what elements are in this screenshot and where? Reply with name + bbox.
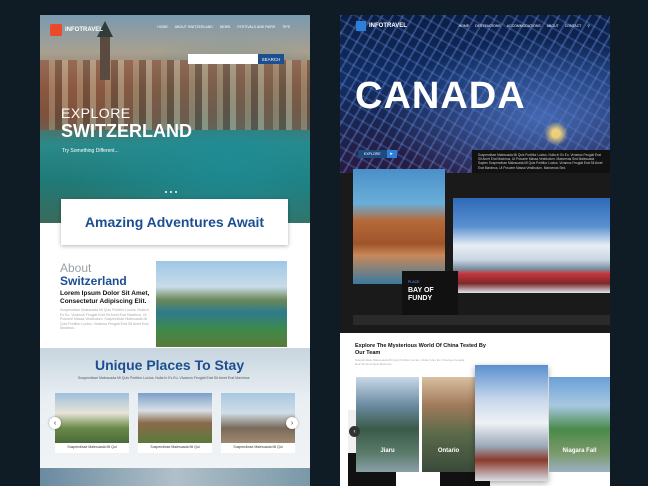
- stay-card[interactable]: Suspendisse Malesuada Mi Qui: [138, 393, 212, 453]
- navbar: INFOTRAVEL HOME ABOUT SWITZERLAND NEWS F…: [40, 15, 310, 45]
- nav-item-tips[interactable]: TIPS: [282, 25, 290, 29]
- china-card[interactable]: Jiaru: [356, 377, 419, 472]
- divider-bar: [353, 315, 610, 325]
- adventures-banner: Amazing Adventures Await: [61, 199, 288, 245]
- carousel-next-button[interactable]: ›: [286, 417, 298, 429]
- main-nav: HOME ABOUT SWITZERLAND NEWS FESTIVALS AN…: [157, 25, 290, 29]
- adventures-title: Amazing Adventures Await: [84, 214, 265, 230]
- arrow-right-icon: ▸: [386, 150, 397, 158]
- logo-text[interactable]: INFOTRAVEL: [65, 27, 103, 33]
- logo-icon: [50, 24, 62, 36]
- logo[interactable]: INFOTRAVEL: [356, 21, 407, 31]
- place-label: PLACE: [408, 280, 420, 284]
- stay-subtitle: Suspendisse Malesuada Mi Quis Porttitor …: [78, 376, 250, 380]
- stay-card-caption: Suspendisse Malesuada Mi Qui: [150, 445, 200, 449]
- china-card[interactable]: Ontario: [422, 377, 475, 472]
- stay-card-caption: Suspendisse Malesuada Mi Qui: [233, 445, 283, 449]
- about-title: Switzerland: [60, 274, 127, 288]
- carousel-dot[interactable]: [170, 191, 172, 193]
- nav-item-accommodations[interactable]: ACCOMMODATIONS: [507, 24, 541, 28]
- hero-description-text: Suspendisse Malesuada Mi Quis Porttitor …: [478, 153, 603, 170]
- china-card-featured[interactable]: [475, 365, 548, 481]
- hopewell-rocks-image: [353, 169, 445, 284]
- stay-card-image: [138, 393, 212, 443]
- lake-image: [156, 261, 287, 347]
- carousel-dots: [165, 191, 177, 193]
- stay-card-image: [55, 393, 129, 443]
- stay-card-image: [221, 393, 295, 443]
- china-card[interactable]: Niagara Fall: [549, 377, 610, 472]
- search-bar: SEARCH: [188, 54, 284, 64]
- carousel-prev-button[interactable]: ‹: [349, 426, 360, 437]
- footer-image-strip: [40, 468, 310, 486]
- china-card-label: Niagara Fall: [562, 448, 597, 454]
- explore-button[interactable]: EXPLORE ▸: [358, 150, 397, 158]
- about-label: About: [60, 261, 92, 275]
- nav-item-festivals[interactable]: FESTIVALS AND FAIRS: [237, 25, 275, 29]
- main-nav: HOME DESTINATIONS ACCOMMODATIONS ABOUT C…: [459, 24, 590, 28]
- china-card-label: Jiaru: [380, 448, 395, 454]
- carousel-prev-button[interactable]: ‹: [49, 417, 61, 429]
- stay-card-caption: Suspendisse Malesuada Mi Qui: [67, 445, 117, 449]
- nav-item-about[interactable]: ABOUT: [547, 24, 559, 28]
- train-image: [453, 198, 610, 293]
- carousel-dot[interactable]: [165, 191, 167, 193]
- china-title: Explore The Mysterious World Of China Te…: [355, 343, 486, 356]
- stay-title: Unique Places To Stay: [95, 357, 245, 373]
- search-button[interactable]: SEARCH: [258, 54, 284, 64]
- about-paragraph: Suspendisse Malesuada Mi Quis Porttitor …: [60, 308, 150, 330]
- hero-title-line2: SWITZERLAND: [61, 121, 192, 141]
- nav-item-news[interactable]: NEWS: [220, 25, 231, 29]
- logo-icon: [356, 21, 366, 31]
- explore-button-label: EXPLORE: [358, 150, 387, 158]
- search-input[interactable]: [188, 54, 258, 64]
- nav-item-home[interactable]: HOME: [157, 25, 168, 29]
- china-text: Suspendisse Malesuada Mi Quis Porttitor …: [355, 358, 465, 366]
- nav-item-about[interactable]: ABOUT SWITZERLAND: [175, 25, 213, 29]
- place-card[interactable]: PLACE BAY OF FUNDY: [402, 271, 458, 315]
- china-card-label: Ontario: [437, 448, 460, 454]
- nav-item-contact[interactable]: CONTACT: [565, 24, 582, 28]
- stay-card[interactable]: Suspendisse Malesuada Mi Qui: [55, 393, 129, 453]
- hero-title: CANADA: [355, 75, 526, 117]
- hero-title-line1: EXPLORE: [61, 105, 131, 121]
- carousel-dot[interactable]: [175, 191, 177, 193]
- nav-item-destinations[interactable]: DESTINATIONS: [475, 24, 501, 28]
- stay-card[interactable]: Suspendisse Malesuada Mi Qui: [221, 393, 295, 453]
- place-name: BAY OF FUNDY: [408, 287, 434, 302]
- hero-subtitle: Try Something Different...: [62, 148, 119, 154]
- switzerland-mockup: INFOTRAVEL HOME ABOUT SWITZERLAND NEWS F…: [40, 15, 310, 486]
- nav-item-home[interactable]: HOME: [459, 24, 470, 28]
- logo-text: INFOTRAVEL: [369, 23, 407, 29]
- search-icon[interactable]: ⚲: [587, 24, 590, 28]
- canada-mockup: INFOTRAVEL HOME DESTINATIONS ACCOMMODATI…: [340, 15, 610, 486]
- about-heading: Lorem Ipsum Dolor Sit Amet, Consectetur …: [60, 290, 150, 305]
